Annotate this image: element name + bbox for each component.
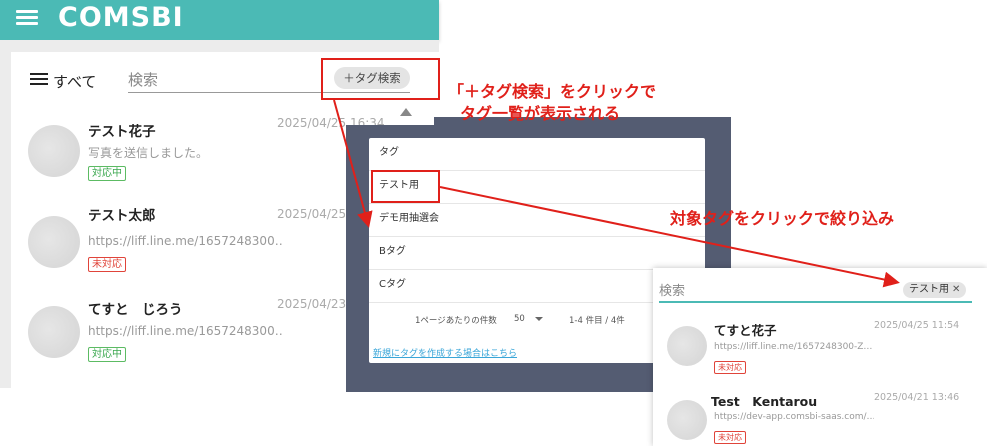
status-badge: 未対応 [88,257,126,272]
tag-chip-label: テスト用 [909,284,949,295]
status-badge: 未対応 [714,431,746,444]
timestamp: 2025/04/25 [277,207,347,221]
filtered-list-panel: テスト用✕ てすと花子 2025/04/25 11:54 https://lif… [653,268,987,446]
contact-name: Test Kentarou [711,394,818,409]
create-tag-link[interactable]: 新規にタグを作成する場合はこちら [373,346,517,359]
avatar [667,326,707,366]
status-badge: 未対応 [714,361,746,374]
annotation-tag-search-line2: タグ一覧が表示される [460,104,621,123]
tag-item-demo-lottery[interactable]: デモ用抽選会 [369,204,705,237]
timestamp: 2025/04/23 [277,297,347,311]
annotation-tag-search-line1: 「＋タグ検索」をクリックで [448,82,657,101]
highlight-tag-search [321,58,440,100]
contact-name: テスト太郎 [88,208,156,224]
message-preview: 写真を送信しました。 [88,146,209,160]
message-preview: https://liff.line.me/1657248300-Z… [714,342,873,352]
rows-per-page-label: 1ページあたりの件数 [415,316,497,326]
close-icon[interactable]: ✕ [952,284,960,295]
filter-list-icon[interactable] [30,73,48,86]
tag-filter-chip[interactable]: テスト用 ✕ [903,282,967,298]
avatar [28,306,80,358]
left-panel-bottom [0,388,439,446]
pagination-range: 1-4 件目 / 4件 [569,316,625,326]
status-badge: 対応中 [88,166,126,181]
message-preview: https://liff.line.me/1657248300… [88,324,283,338]
highlight-tag-item [371,170,440,203]
app-logo: COMSBI [58,2,184,33]
timestamp: 2025/04/21 13:46 [874,392,960,403]
annotation-filter: 対象タグをクリックで絞り込み [670,209,895,228]
filter-all-label[interactable]: すべて [53,71,96,92]
contact-name: てすと じろう [88,302,183,318]
contact-name: てすと花子 [714,323,777,338]
avatar [667,400,707,440]
app-header: COMSBI [0,0,439,40]
avatar [28,125,80,177]
rows-per-page-select[interactable]: 50 [514,314,525,324]
menu-icon[interactable] [16,10,38,26]
message-preview: https://dev-app.comsbi-saas.com/… [714,412,874,422]
contact-name: テスト花子 [88,124,156,140]
tag-list-header: タグ [369,138,705,171]
status-badge: 対応中 [88,347,126,362]
tag-item-b[interactable]: Bタグ [369,237,705,270]
chevron-down-icon[interactable] [535,317,543,321]
timestamp: 2025/04/25 11:54 [874,320,960,331]
avatar [28,216,80,268]
scroll-up-icon[interactable] [400,108,412,116]
message-preview: https://liff.line.me/1657248300… [88,234,283,248]
